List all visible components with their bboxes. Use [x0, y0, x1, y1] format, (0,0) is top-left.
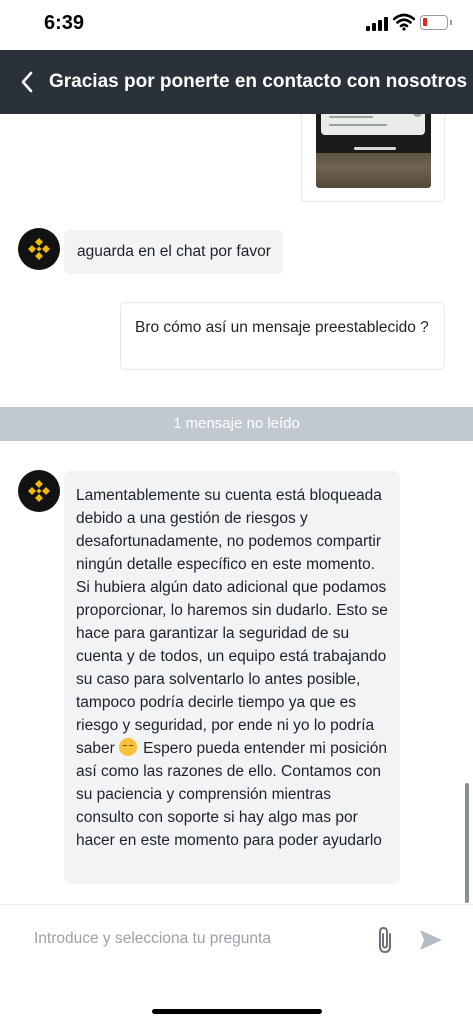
status-time: 6:39 [44, 12, 85, 34]
cellular-signal-icon [366, 17, 388, 31]
unread-divider: 1 mensaje no leído [0, 407, 473, 441]
back-button[interactable] [10, 64, 44, 100]
message-input[interactable] [34, 921, 364, 957]
user-message: Bro cómo así un mensaje preestablecido ? [120, 302, 445, 370]
home-indicator [152, 1009, 322, 1014]
pensive-face-icon [119, 738, 138, 756]
send-icon [420, 930, 442, 950]
agent-avatar [18, 228, 60, 270]
send-button[interactable] [417, 927, 445, 953]
header-title: Gracias por ponerte en contacto con noso… [49, 71, 468, 92]
chat-scrollbar[interactable] [465, 783, 469, 903]
agent-message: Lamentablemente su cuenta está bloqueada… [64, 471, 400, 884]
chat-header: Gracias por ponerte en contacto con noso… [0, 50, 473, 114]
sent-image-message[interactable] [301, 114, 445, 202]
agent-avatar [18, 470, 60, 512]
chat-messages[interactable]: aguarda en el chat por favor Bro cómo as… [0, 114, 473, 904]
wifi-icon [393, 13, 415, 31]
chevron-left-icon [21, 71, 33, 93]
paperclip-icon [379, 926, 391, 954]
message-text-part-1: Lamentablemente su cuenta está bloqueada… [76, 487, 388, 757]
image-thumbnail[interactable] [316, 114, 431, 188]
status-bar: 6:39 [0, 0, 473, 50]
binance-logo-icon [28, 480, 50, 502]
message-text-part-2: Espero pueda entender mi posición así co… [76, 740, 387, 849]
message-composer [0, 904, 473, 976]
binance-logo-icon [28, 238, 50, 260]
battery-icon [420, 15, 452, 30]
attach-button[interactable] [372, 925, 400, 955]
agent-message: aguarda en el chat por favor [64, 230, 283, 274]
